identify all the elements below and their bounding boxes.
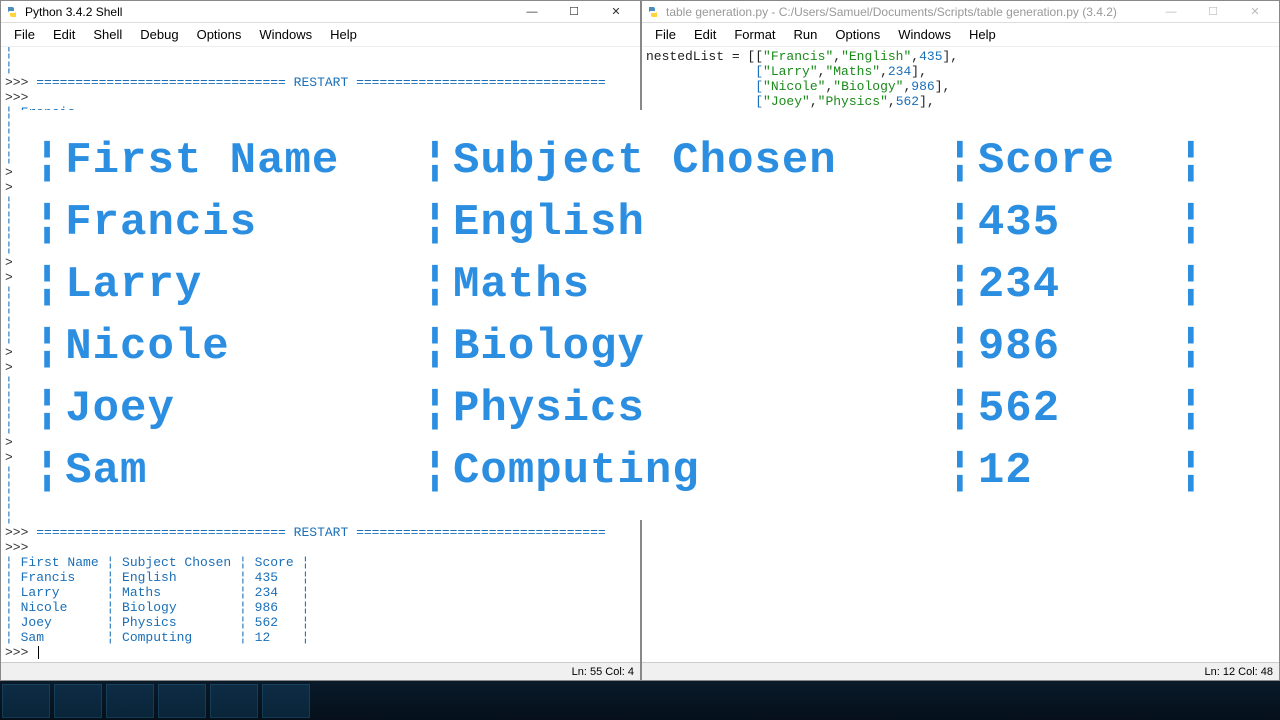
- menu-format[interactable]: Format: [725, 24, 784, 45]
- shell-titlebar[interactable]: Python 3.4.2 Shell — ☐ ✕: [1, 1, 640, 23]
- table-row: ¦Sam¦Computing¦12¦: [30, 440, 1209, 502]
- table-row: ¦Joey¦Physics¦562¦: [30, 378, 1209, 440]
- menu-file[interactable]: File: [646, 24, 685, 45]
- menu-edit[interactable]: Edit: [44, 24, 84, 45]
- menu-windows[interactable]: Windows: [889, 24, 960, 45]
- taskbar-slot[interactable]: [262, 684, 310, 718]
- taskbar-slot[interactable]: [158, 684, 206, 718]
- python-file-icon: [646, 5, 660, 19]
- menu-options[interactable]: Options: [188, 24, 251, 45]
- shell-status-text: Ln: 55 Col: 4: [572, 666, 634, 678]
- python-icon: [5, 5, 19, 19]
- menu-help[interactable]: Help: [321, 24, 366, 45]
- minimize-button[interactable]: —: [512, 2, 552, 22]
- menu-windows[interactable]: Windows: [250, 24, 321, 45]
- taskbar-slot[interactable]: [2, 684, 50, 718]
- editor-title: table generation.py - C:/Users/Samuel/Do…: [666, 5, 1151, 19]
- maximize-button[interactable]: ☐: [554, 2, 594, 22]
- taskbar-slot[interactable]: [106, 684, 154, 718]
- menu-shell[interactable]: Shell: [84, 24, 131, 45]
- menu-options[interactable]: Options: [826, 24, 889, 45]
- menu-help[interactable]: Help: [960, 24, 1005, 45]
- taskbar-slot[interactable]: [210, 684, 258, 718]
- shell-title: Python 3.4.2 Shell: [25, 5, 512, 19]
- table-row: ¦Francis¦English¦435¦: [30, 192, 1209, 254]
- close-button[interactable]: ✕: [596, 2, 636, 22]
- table-overlay: ¦First Name¦Subject Chosen¦Score¦¦Franci…: [12, 110, 1227, 520]
- menu-run[interactable]: Run: [785, 24, 827, 45]
- taskbar-slot[interactable]: [54, 684, 102, 718]
- close-button[interactable]: ✕: [1235, 2, 1275, 22]
- editor-status-text: Ln: 12 Col: 48: [1205, 666, 1274, 678]
- minimize-button[interactable]: —: [1151, 2, 1191, 22]
- maximize-button[interactable]: ☐: [1193, 2, 1233, 22]
- shell-menubar: FileEditShellDebugOptionsWindowsHelp: [1, 23, 640, 47]
- menu-file[interactable]: File: [5, 24, 44, 45]
- editor-titlebar[interactable]: table generation.py - C:/Users/Samuel/Do…: [642, 1, 1279, 23]
- editor-statusbar: Ln: 12 Col: 48: [642, 662, 1279, 680]
- menu-debug[interactable]: Debug: [131, 24, 187, 45]
- table-row: ¦Larry¦Maths¦234¦: [30, 254, 1209, 316]
- table-row: ¦Nicole¦Biology¦986¦: [30, 316, 1209, 378]
- menu-edit[interactable]: Edit: [685, 24, 725, 45]
- shell-statusbar: Ln: 55 Col: 4: [1, 662, 640, 680]
- taskbar[interactable]: [0, 681, 1280, 720]
- editor-menubar: FileEditFormatRunOptionsWindowsHelp: [642, 23, 1279, 47]
- table-row: ¦First Name¦Subject Chosen¦Score¦: [30, 130, 1209, 192]
